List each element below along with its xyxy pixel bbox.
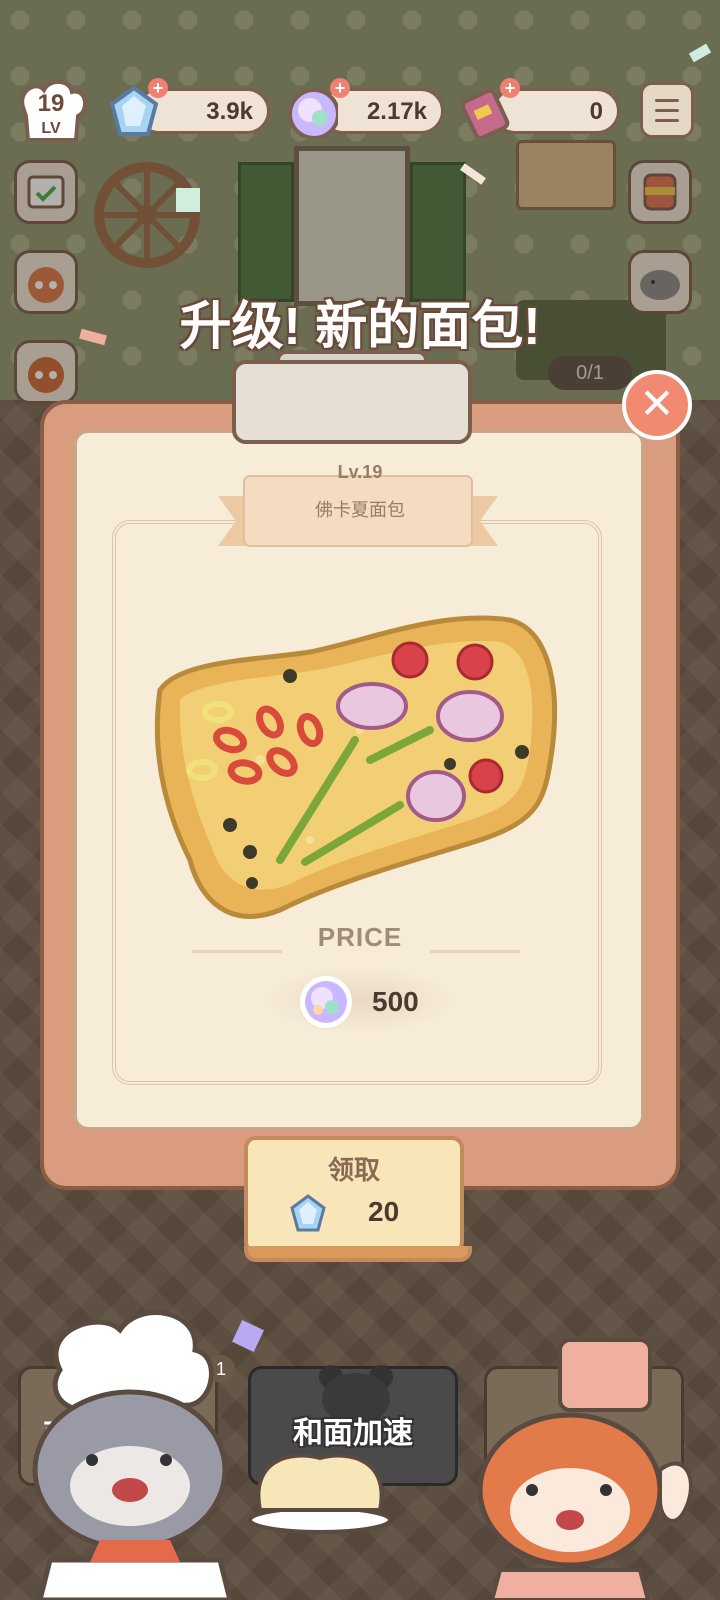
claim-button[interactable]: 领取 20: [244, 1136, 472, 1262]
player-level-number: 19: [37, 90, 65, 117]
player-level-badge[interactable]: 19 LV: [14, 76, 88, 152]
menu-line: [655, 119, 679, 122]
bread-level: Lv.19: [337, 462, 383, 482]
focaccia-bread-image: [154, 615, 558, 919]
claim-value: 20: [368, 1196, 400, 1227]
gem-icon: [290, 1194, 326, 1232]
menu-line: [655, 109, 679, 112]
price-value: 500: [372, 986, 419, 1017]
close-button[interactable]: ✕: [622, 370, 692, 440]
coins-plus-button[interactable]: +: [330, 78, 350, 98]
tickets-value: 0: [589, 98, 603, 125]
menu-button[interactable]: [640, 82, 694, 138]
rainbow-coin-icon: [300, 976, 352, 1028]
red-panda-waiter-character: [477, 1338, 693, 1600]
coins-value: 2.17k: [366, 98, 427, 125]
tickets-plus-button[interactable]: +: [500, 78, 520, 98]
gems-value: 3.9k: [206, 98, 253, 125]
menu-line: [655, 99, 679, 102]
level-up-title: 升级! 新的面包!: [179, 298, 541, 356]
claim-label: 领取: [327, 1155, 380, 1185]
gems-plus-button[interactable]: +: [148, 78, 168, 98]
bear-chef-character: [32, 1310, 390, 1600]
price-label: PRICE: [317, 922, 403, 952]
clipboard-clip: [232, 360, 472, 444]
player-level-label: LV: [41, 120, 61, 137]
bread-name: 佛卡夏面包: [315, 500, 405, 520]
confetti-piece: [176, 188, 200, 212]
